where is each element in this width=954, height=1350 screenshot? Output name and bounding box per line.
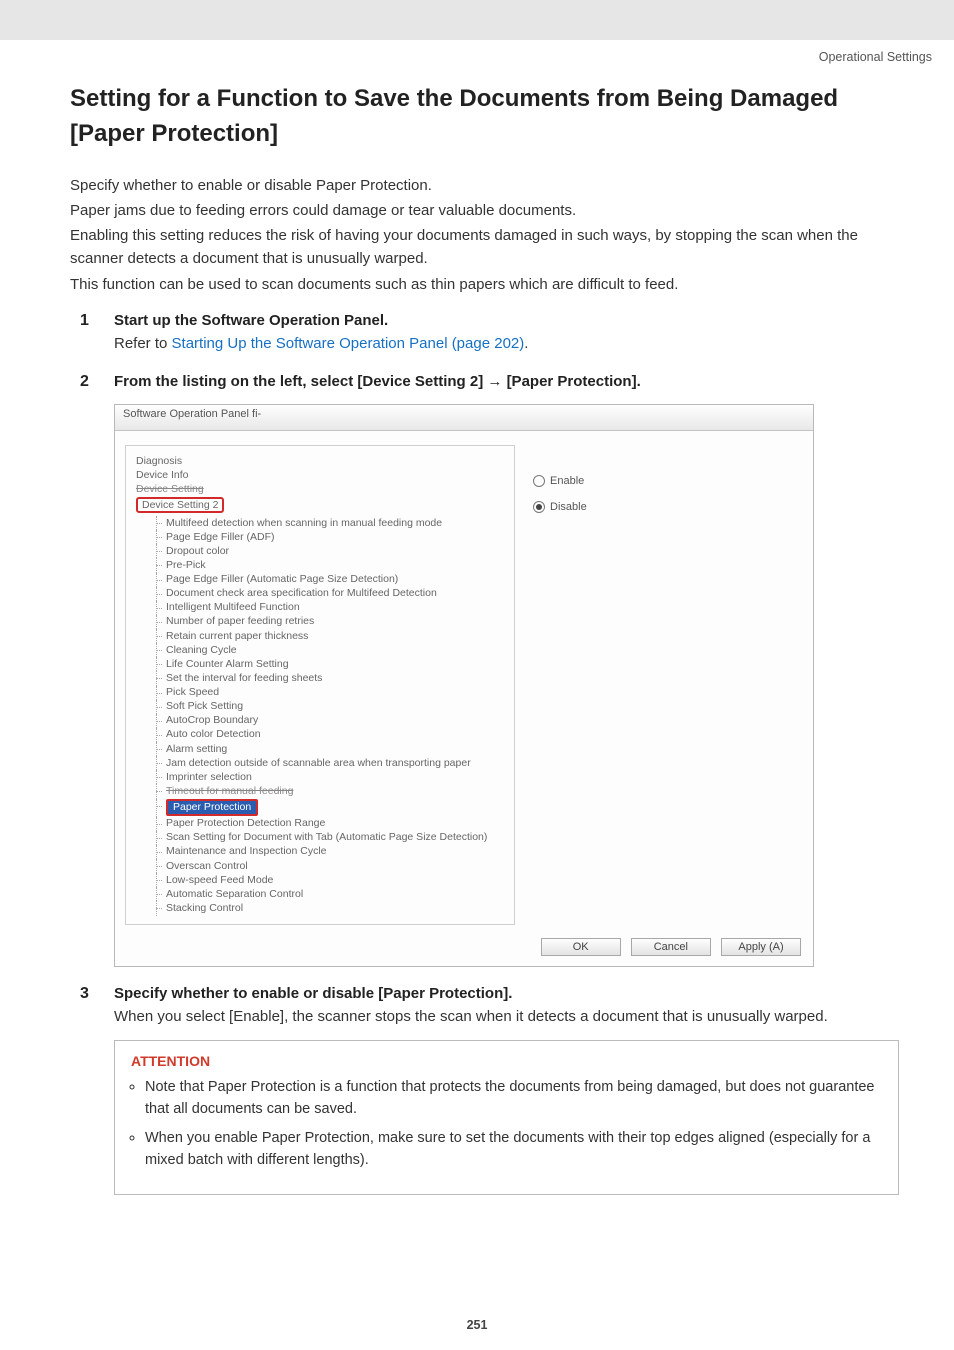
attention-item: Note that Paper Protection is a function…: [145, 1077, 882, 1121]
tree-item[interactable]: Multifeed detection when scanning in man…: [156, 516, 506, 530]
settings-tree-pane: Diagnosis Device Info Device Setting Dev…: [125, 445, 515, 925]
tree-item[interactable]: Pick Speed: [156, 686, 506, 700]
intro-block: Specify whether to enable or disable Pap…: [70, 174, 899, 296]
radio-enable[interactable]: Enable: [533, 475, 587, 487]
step-3: Specify whether to enable or disable [Pa…: [100, 985, 899, 1195]
tree-root-item[interactable]: Device Setting: [136, 482, 506, 496]
radio-icon: [533, 475, 545, 487]
tree-item[interactable]: Page Edge Filler (ADF): [156, 530, 506, 544]
step-1: Start up the Software Operation Panel. R…: [100, 312, 899, 355]
tree-item[interactable]: Timeout for manual feeding: [156, 784, 506, 798]
intro-line: This function can be used to scan docume…: [70, 273, 899, 296]
step-text: Refer to: [114, 335, 172, 352]
tree-item[interactable]: Page Edge Filler (Automatic Page Size De…: [156, 573, 506, 587]
settings-tree: Multifeed detection when scanning in man…: [136, 516, 506, 916]
cancel-button[interactable]: Cancel: [631, 938, 711, 956]
tree-item[interactable]: Imprinter selection: [156, 770, 506, 784]
tree-item-selected[interactable]: Paper Protection: [156, 799, 506, 817]
tree-item[interactable]: Pre-Pick: [156, 558, 506, 572]
breadcrumb: Operational Settings: [0, 40, 954, 82]
tree-item[interactable]: Cleaning Cycle: [156, 643, 506, 657]
tree-item[interactable]: Maintenance and Inspection Cycle: [156, 845, 506, 859]
dialog-button-row: OK Cancel Apply (A): [115, 931, 813, 966]
tree-item[interactable]: Auto color Detection: [156, 728, 506, 742]
window-titlebar: Software Operation Panel fi-: [115, 405, 813, 431]
tree-item[interactable]: Life Counter Alarm Setting: [156, 657, 506, 671]
options-pane: Enable Disable: [533, 445, 587, 925]
tree-item[interactable]: Stacking Control: [156, 901, 506, 915]
attention-label: ATTENTION: [131, 1053, 882, 1069]
tree-item[interactable]: Number of paper feeding retries: [156, 615, 506, 629]
page-title: Setting for a Function to Save the Docum…: [70, 82, 899, 152]
screenshot-panel: Software Operation Panel fi- Diagnosis D…: [114, 404, 814, 967]
step-title: Specify whether to enable or disable [Pa…: [114, 985, 899, 1002]
radio-label: Enable: [550, 475, 584, 487]
tree-item[interactable]: Jam detection outside of scannable area …: [156, 756, 506, 770]
tree-item[interactable]: Paper Protection Detection Range: [156, 817, 506, 831]
tree-item[interactable]: Set the interval for feeding sheets: [156, 671, 506, 685]
tree-item[interactable]: AutoCrop Boundary: [156, 714, 506, 728]
apply-button[interactable]: Apply (A): [721, 938, 801, 956]
attention-box: ATTENTION Note that Paper Protection is …: [114, 1040, 899, 1195]
tree-item[interactable]: Soft Pick Setting: [156, 700, 506, 714]
step-text: .: [524, 335, 528, 352]
intro-line: Enabling this setting reduces the risk o…: [70, 224, 899, 271]
step-body: When you select [Enable], the scanner st…: [114, 1005, 899, 1028]
intro-line: Specify whether to enable or disable Pap…: [70, 174, 899, 197]
tree-root-item[interactable]: Device Info: [136, 468, 506, 482]
tree-item[interactable]: Scan Setting for Document with Tab (Auto…: [156, 831, 506, 845]
radio-disable[interactable]: Disable: [533, 501, 587, 513]
radio-label: Disable: [550, 501, 587, 513]
tree-item[interactable]: Alarm setting: [156, 742, 506, 756]
tree-item[interactable]: Low-speed Feed Mode: [156, 873, 506, 887]
selected-label: Paper Protection: [166, 799, 258, 816]
ok-button[interactable]: OK: [541, 938, 621, 956]
page-number: 251: [0, 1318, 954, 1332]
step-title: From the listing on the left, select [De…: [114, 373, 899, 390]
tree-item[interactable]: Intelligent Multifeed Function: [156, 601, 506, 615]
radio-icon: [533, 501, 545, 513]
tree-item[interactable]: Document check area specification for Mu…: [156, 587, 506, 601]
tree-item[interactable]: Overscan Control: [156, 859, 506, 873]
cross-ref-link[interactable]: Starting Up the Software Operation Panel…: [172, 335, 525, 352]
step-title: Start up the Software Operation Panel.: [114, 312, 899, 329]
tree-root-item[interactable]: Diagnosis: [136, 454, 506, 468]
attention-item: When you enable Paper Protection, make s…: [145, 1128, 882, 1172]
tree-item[interactable]: Automatic Separation Control: [156, 887, 506, 901]
top-bar: [0, 0, 954, 40]
step-2: From the listing on the left, select [De…: [100, 373, 899, 967]
tree-item[interactable]: Dropout color: [156, 544, 506, 558]
step-body: Refer to Starting Up the Software Operat…: [114, 332, 899, 355]
tree-item[interactable]: Retain current paper thickness: [156, 629, 506, 643]
tree-root-highlight[interactable]: Device Setting 2: [136, 497, 224, 513]
intro-line: Paper jams due to feeding errors could d…: [70, 199, 899, 222]
